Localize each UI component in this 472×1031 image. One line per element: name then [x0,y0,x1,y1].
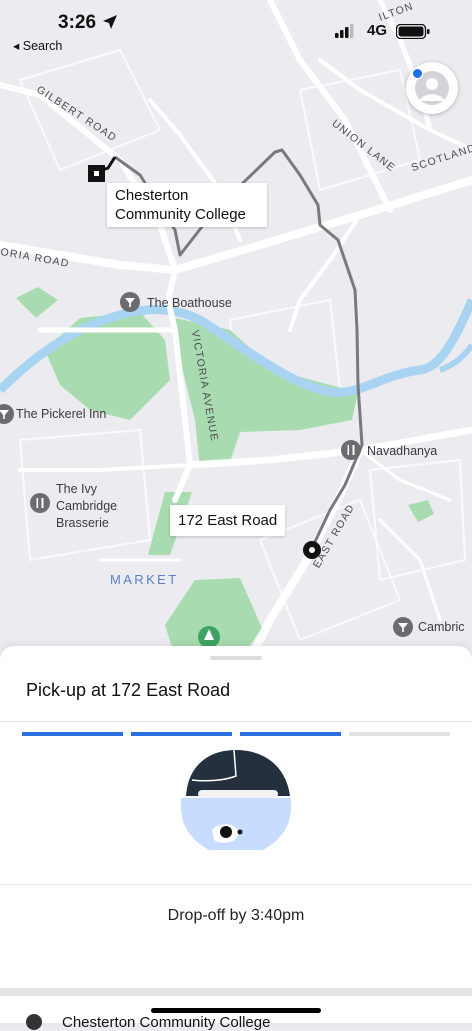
notification-dot [412,68,423,79]
bar-icon [120,292,140,312]
section-divider [0,988,472,996]
area-label-market: MARKET [110,572,179,587]
bar-icon [393,617,413,637]
place-label-navadhanya[interactable]: Navadhanya [367,444,437,458]
status-time: 3:26 [58,12,97,33]
back-to-search-link[interactable]: ◂ Search [13,38,62,53]
network-type: 4G [367,22,388,39]
destination-pin-icon [26,1014,42,1030]
map-view[interactable]: GILBERT ROAD UNION LANE SCOTLAND ORIA RO… [0,0,472,664]
driver-on-the-way-illustration-icon [181,749,291,850]
progress-segment [240,732,341,736]
restaurant-icon [30,493,50,513]
divider [0,721,472,722]
signal-icon [335,24,354,38]
place-label-ivy[interactable]: The Ivy Cambridge Brasserie [56,481,138,532]
place-label-pickerel[interactable]: The Pickerel Inn [16,407,106,421]
map-canvas [0,0,472,664]
location-arrow-icon [103,15,117,29]
restaurant-icon [341,440,361,460]
sheet-handle[interactable] [210,656,262,660]
trip-sheet[interactable]: Pick-up at 172 East Road Drop-off by 3:4… [0,646,472,1023]
place-label-boathouse[interactable]: The Boathouse [147,296,232,310]
dropoff-time: Drop-off by 3:40pm [167,907,305,924]
battery-icon [396,24,430,39]
divider [0,884,472,885]
home-indicator[interactable] [151,1008,321,1013]
place-label-cambridge[interactable]: Cambric [418,620,465,634]
destination-callout[interactable]: Chesterton Community College [107,183,267,227]
pickup-callout[interactable]: 172 East Road [170,505,286,536]
pickup-title: Pick-up at 172 East Road [26,680,231,700]
progress-segment [131,732,232,736]
profile-button[interactable] [406,62,458,114]
progress-segment [349,732,450,736]
progress-segment [22,732,123,736]
bar-icon [0,404,14,424]
status-bar: 3:26 ◂ Search 4G [0,0,472,60]
